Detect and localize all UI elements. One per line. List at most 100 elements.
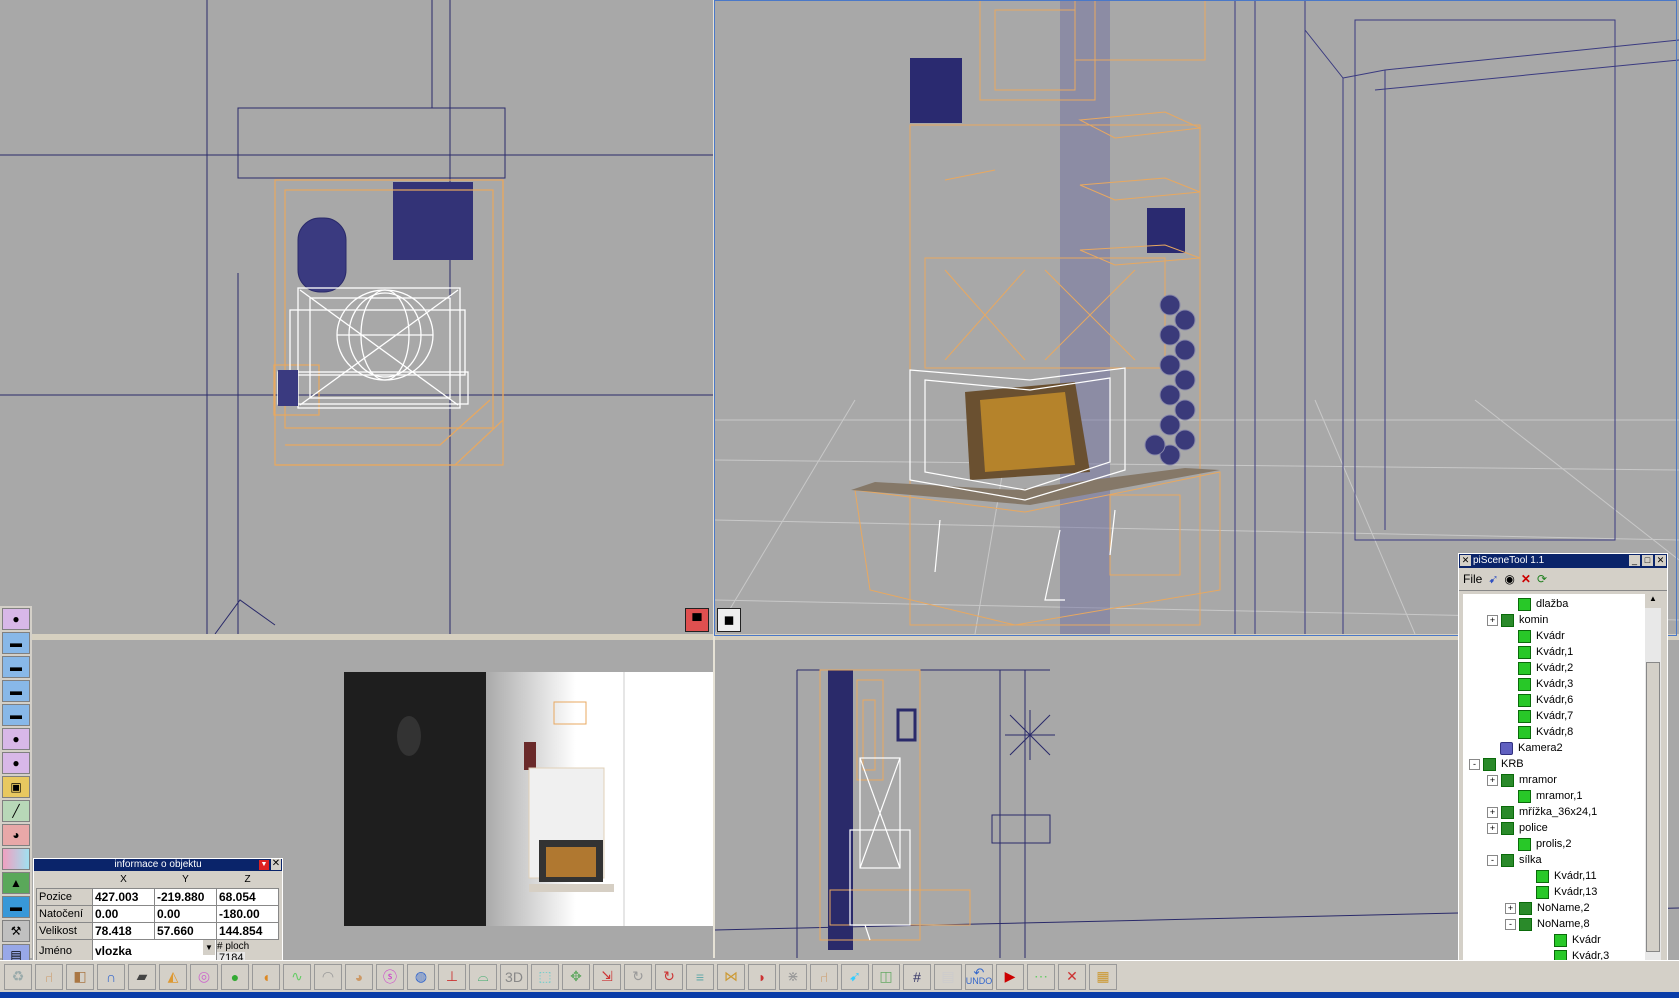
sphere-icon[interactable]: ● xyxy=(221,963,249,990)
mesh-icon[interactable]: ◭ xyxy=(159,963,187,990)
tree-node[interactable]: Kvádr,7 xyxy=(1505,708,1573,724)
camera-icon[interactable]: ▰ xyxy=(128,963,156,990)
car-icon[interactable]: ▬ xyxy=(2,632,30,654)
tools-icon[interactable]: ⚒ xyxy=(2,920,30,942)
cone-icon[interactable]: ◖ xyxy=(252,963,280,990)
pipe-icon[interactable]: ∩ xyxy=(97,963,125,990)
grid-shape-icon[interactable]: ⌓ xyxy=(469,963,497,990)
tree-node[interactable]: + komin xyxy=(1487,612,1548,628)
rotation-z-field[interactable]: -180.00 xyxy=(216,904,279,923)
tree-node[interactable]: Kvádr,13 xyxy=(1523,884,1597,900)
expand-icon[interactable]: + xyxy=(1487,806,1498,818)
car-icon[interactable]: ▬ xyxy=(2,680,30,702)
scale-icon[interactable]: ⇲ xyxy=(593,963,621,990)
size-x-field[interactable]: 78.418 xyxy=(92,921,155,940)
image-icon[interactable]: ▣ xyxy=(2,776,30,798)
position-y-field[interactable]: -219.880 xyxy=(154,887,217,906)
top-view-icon[interactable]: ▀ xyxy=(685,608,709,632)
folder-icon[interactable]: ▦ xyxy=(1089,963,1117,990)
scroll-up-icon[interactable]: ▲ xyxy=(1645,594,1661,608)
curve-icon[interactable]: ∿ xyxy=(283,963,311,990)
expand-icon[interactable]: + xyxy=(1487,822,1498,834)
axes-icon[interactable]: ⊥ xyxy=(438,963,466,990)
palette-icon[interactable]: ◕ xyxy=(345,963,373,990)
rotate-icon[interactable]: ↻ xyxy=(655,963,683,990)
tree-node[interactable]: Kvádr xyxy=(1541,932,1601,948)
rotation-y-field[interactable]: 0.00 xyxy=(154,904,217,923)
grid-snap-icon[interactable]: ⋯ xyxy=(1027,963,1055,990)
cursor-icon[interactable]: ➹ xyxy=(841,963,869,990)
tree-node[interactable]: dlažba xyxy=(1505,596,1568,612)
align-icon[interactable]: ≡ xyxy=(686,963,714,990)
select-icon[interactable]: ➹ xyxy=(1488,572,1498,586)
line-icon[interactable]: ╱ xyxy=(2,800,30,822)
image-icon[interactable]: ▲ xyxy=(2,872,30,894)
tree-node[interactable]: Kamera2 xyxy=(1487,740,1563,756)
refresh-icon[interactable]: ⟳ xyxy=(1537,572,1547,586)
car-icon[interactable]: ▬ xyxy=(2,704,30,726)
delete-icon[interactable]: ✕ xyxy=(1521,572,1531,586)
tree-node[interactable]: + NoName,2 xyxy=(1505,900,1590,916)
tree-node[interactable]: Kvádr,6 xyxy=(1505,692,1573,708)
tree-node[interactable]: Kvádr xyxy=(1505,628,1565,644)
position-z-field[interactable]: 68.054 xyxy=(216,887,279,906)
shapes-icon[interactable]: ● xyxy=(2,728,30,750)
size-y-field[interactable]: 57.660 xyxy=(154,921,217,940)
chair-icon[interactable]: ⑁ xyxy=(810,963,838,990)
surface-icon[interactable]: ◠ xyxy=(314,963,342,990)
lathe-icon[interactable]: ◗ xyxy=(748,963,776,990)
tree-node[interactable]: + mramor xyxy=(1487,772,1557,788)
expand-icon[interactable]: + xyxy=(1505,902,1516,914)
grid-icon[interactable]: # xyxy=(903,963,931,990)
dropdown-icon[interactable]: ▼ xyxy=(259,860,269,870)
tree-node[interactable]: Kvádr,3 xyxy=(1505,676,1573,692)
close-icon[interactable]: ✕ xyxy=(271,859,281,870)
viewport-perspective[interactable] xyxy=(715,0,1679,634)
close-icon[interactable]: ✕ xyxy=(1655,555,1666,566)
scene-tool-titlebar[interactable]: ✕ piSceneTool 1.1 _ □ ✕ xyxy=(1459,554,1667,568)
collapse-icon[interactable]: - xyxy=(1487,854,1498,866)
shapes-icon[interactable]: ● xyxy=(2,608,30,630)
car-icon[interactable]: ▬ xyxy=(2,656,30,678)
move-icon[interactable]: ✥ xyxy=(562,963,590,990)
recycle-icon[interactable]: ♻ xyxy=(4,963,32,990)
undo-icon[interactable]: ↶ UNDO xyxy=(965,963,993,990)
delete-icon[interactable]: ✕ xyxy=(1058,963,1086,990)
tree-node[interactable]: Kvádr,1 xyxy=(1505,644,1573,660)
knot-icon[interactable]: ⓢ xyxy=(376,963,404,990)
landscape-icon[interactable]: ▬ xyxy=(2,896,30,918)
mirror-icon[interactable]: ⋇ xyxy=(779,963,807,990)
collapse-icon[interactable]: - xyxy=(1469,758,1480,770)
maximize-icon[interactable]: □ xyxy=(1642,555,1653,566)
eye-icon[interactable]: ◉ xyxy=(1504,572,1514,586)
document-icon[interactable]: ▤ xyxy=(934,963,962,990)
3d-icon[interactable]: 3D xyxy=(500,963,528,990)
expand-icon[interactable]: + xyxy=(1487,774,1498,786)
select-icon[interactable]: ⬚ xyxy=(531,963,559,990)
size-z-field[interactable]: 144.854 xyxy=(216,921,279,940)
expand-icon[interactable]: + xyxy=(1487,614,1498,626)
tree-node[interactable]: + mřížka_36x24,1 xyxy=(1487,804,1597,820)
torus-icon[interactable]: ◎ xyxy=(190,963,218,990)
viewport-top[interactable] xyxy=(0,0,713,634)
tree-node[interactable]: Kvádr,11 xyxy=(1523,868,1597,884)
tree-node[interactable]: Kvádr,8 xyxy=(1505,724,1573,740)
globe-icon[interactable]: ◍ xyxy=(407,963,435,990)
tree-node[interactable]: prolis,2 xyxy=(1505,836,1571,852)
minimize-icon[interactable]: _ xyxy=(1629,555,1640,566)
tree-node[interactable]: mramor,1 xyxy=(1505,788,1582,804)
cube-icon[interactable]: ◫ xyxy=(872,963,900,990)
gradient-icon[interactable] xyxy=(2,848,30,870)
palette-icon[interactable]: ◕ xyxy=(2,824,30,846)
box-icon[interactable]: ◧ xyxy=(66,963,94,990)
tree-node[interactable]: - sílka xyxy=(1487,852,1542,868)
scene-tree[interactable]: dlažba + komin Kvádr Kvádr,1 Kvádr,2 Kvádr,3 Kv… xyxy=(1463,594,1645,982)
tree-node[interactable]: + police xyxy=(1487,820,1548,836)
position-x-field[interactable]: 427.003 xyxy=(92,887,155,906)
rotation-x-field[interactable]: 0.00 xyxy=(92,904,155,923)
chair-icon[interactable]: ⑁ xyxy=(35,963,63,990)
rotate-icon[interactable]: ↻ xyxy=(624,963,652,990)
shapes-icon[interactable]: ● xyxy=(2,752,30,774)
collapse-icon[interactable]: - xyxy=(1505,918,1516,930)
chevron-down-icon[interactable]: ▼ xyxy=(203,939,215,955)
